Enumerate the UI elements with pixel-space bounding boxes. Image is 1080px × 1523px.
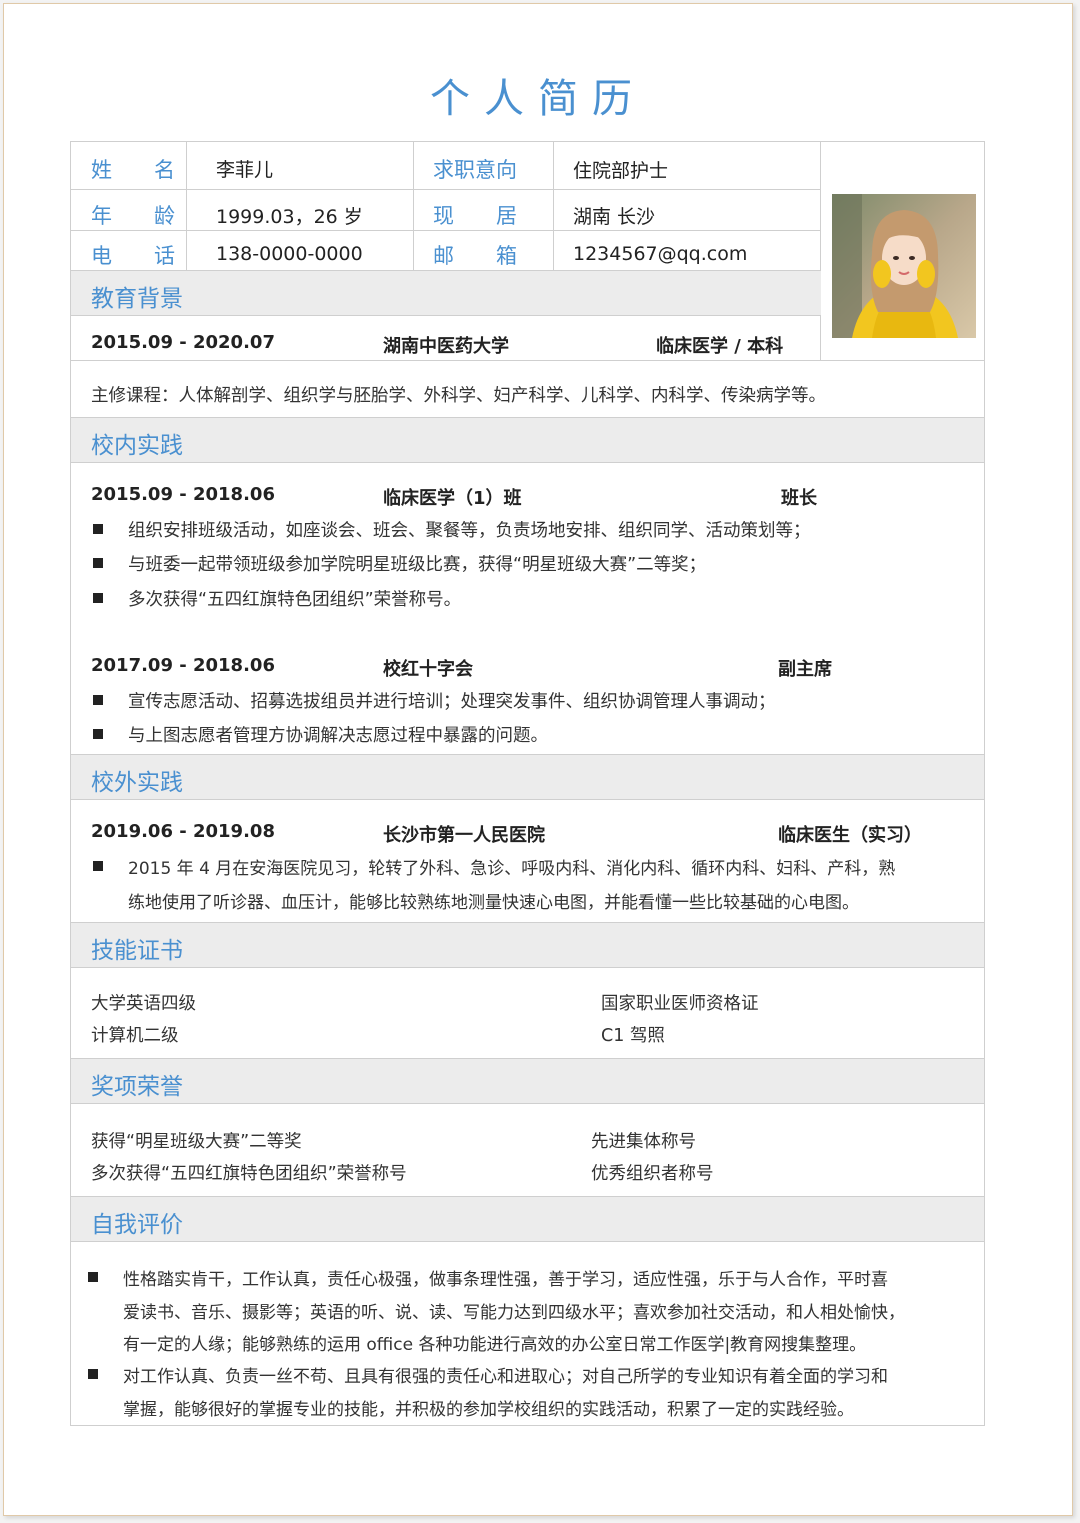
- education-school: 湖南中医药大学: [383, 336, 509, 357]
- intent-value: 住院部护士: [573, 160, 669, 182]
- list-item: 组织安排班级活动，如座谈会、班会、聚餐等，负责场地安排、组织同学、活动策划等；: [128, 521, 811, 541]
- education-header: 教育背景: [71, 270, 821, 316]
- intent-label: 求职意向: [433, 158, 517, 182]
- bullet-icon: [93, 558, 103, 568]
- education-period: 2015.09 - 2020.07: [91, 332, 275, 353]
- bullet-icon: [93, 524, 103, 534]
- list-item: 与上图志愿者管理方协调解决志愿过程中暴露的问题。: [128, 726, 548, 746]
- self-p1-line-2: 爱读书、音乐、摄影等；英语的听、说、读、写能力达到四级水平；喜欢参加社交活动，和…: [123, 1303, 905, 1323]
- resume-page: 个人简历 姓 名 李菲儿 求职意向 住院部护士 年 龄 1999.03，26 岁…: [3, 3, 1073, 1516]
- self-heading: 自我评价: [91, 1212, 183, 1238]
- bullet-icon: [93, 593, 103, 603]
- bullet-icon: [93, 729, 103, 739]
- campus-role-2: 副主席: [778, 659, 832, 680]
- bullet-icon: [93, 695, 103, 705]
- external-period: 2019.06 - 2019.08: [91, 821, 275, 842]
- campus-header: 校内实践: [71, 417, 984, 463]
- age-label: 年 龄: [91, 204, 175, 228]
- self-p2-line-2: 掌握，能够很好的掌握专业的技能，并积极的参加学校组织的实践活动，积累了一定的实践…: [123, 1400, 854, 1420]
- education-major: 临床医学 / 本科: [656, 336, 784, 357]
- external-text-line-2: 练地使用了听诊器、血压计，能够比较熟练地测量快速心电图，并能看懂一些比较基础的心…: [128, 893, 859, 913]
- email-value: 1234567@qq.com: [573, 243, 748, 265]
- external-heading: 校外实践: [91, 770, 183, 796]
- page-title: 个人简历: [430, 76, 646, 122]
- skill-item: 国家职业医师资格证: [601, 994, 759, 1014]
- awards-heading: 奖项荣誉: [91, 1074, 183, 1100]
- bullet-icon: [88, 1369, 98, 1379]
- list-item: 宣传志愿活动、招募选拔组员并进行培训；处理突发事件、组织协调管理人事调动；: [128, 692, 776, 712]
- residence-value: 湖南 长沙: [573, 206, 656, 228]
- self-p1-line-3: 有一定的人缘；能够熟练的运用 office 各种功能进行高效的办公室日常工作医学…: [123, 1335, 867, 1355]
- self-header: 自我评价: [71, 1196, 984, 1242]
- award-item: 先进集体称号: [591, 1132, 696, 1152]
- skills-heading: 技能证书: [91, 938, 183, 964]
- campus-role-1: 班长: [781, 488, 817, 509]
- award-item: 多次获得“五四红旗特色团组织”荣誉称号: [91, 1164, 407, 1184]
- age-value: 1999.03，26 岁: [216, 206, 363, 228]
- bullet-icon: [88, 1272, 98, 1282]
- name-value: 李菲儿: [216, 159, 274, 181]
- phone-label: 电 话: [91, 244, 175, 268]
- skill-item: 计算机二级: [91, 1026, 179, 1046]
- resume-frame: 姓 名 李菲儿 求职意向 住院部护士 年 龄 1999.03，26 岁 现 居 …: [70, 141, 985, 1426]
- awards-header: 奖项荣誉: [71, 1058, 984, 1104]
- residence-label: 现 居: [433, 204, 517, 228]
- campus-org-2: 校红十字会: [383, 659, 473, 680]
- skill-item: C1 驾照: [601, 1026, 665, 1046]
- campus-org-1: 临床医学（1）班: [383, 488, 522, 509]
- profile-photo: [832, 194, 976, 338]
- name-label: 姓 名: [91, 158, 175, 182]
- education-courses: 主修课程：人体解剖学、组织学与胚胎学、外科学、妇产科学、儿科学、内科学、传染病学…: [91, 386, 826, 406]
- external-role: 临床医生（实习）: [778, 825, 922, 846]
- external-org: 长沙市第一人民医院: [383, 825, 545, 846]
- skills-header: 技能证书: [71, 922, 984, 968]
- award-item: 优秀组织者称号: [591, 1164, 714, 1184]
- award-item: 获得“明星班级大赛”二等奖: [91, 1132, 302, 1152]
- skill-item: 大学英语四级: [91, 994, 196, 1014]
- external-text-line-1: 2015 年 4 月在安海医院见习，轮转了外科、急诊、呼吸内科、消化内科、循环内…: [128, 859, 896, 879]
- phone-value: 138-0000-0000: [216, 243, 363, 265]
- bullet-icon: [93, 861, 103, 871]
- email-label: 邮 箱: [433, 244, 517, 268]
- list-item: 与班委一起带领班级参加学院明星班级比赛，获得“明星班级大赛”二等奖；: [128, 555, 707, 575]
- external-header: 校外实践: [71, 754, 984, 800]
- self-p1-line-1: 性格踏实肯干，工作认真，责任心极强，做事条理性强，善于学习，适应性强，乐于与人合…: [123, 1270, 888, 1290]
- campus-heading: 校内实践: [91, 433, 183, 459]
- education-heading: 教育背景: [91, 286, 183, 312]
- self-p2-line-1: 对工作认真、负责一丝不苟、且具有很强的责任心和进取心；对自己所学的专业知识有着全…: [123, 1367, 888, 1387]
- campus-period-2: 2017.09 - 2018.06: [91, 655, 275, 676]
- campus-period-1: 2015.09 - 2018.06: [91, 484, 275, 505]
- list-item: 多次获得“五四红旗特色团组织”荣誉称号。: [128, 590, 462, 610]
